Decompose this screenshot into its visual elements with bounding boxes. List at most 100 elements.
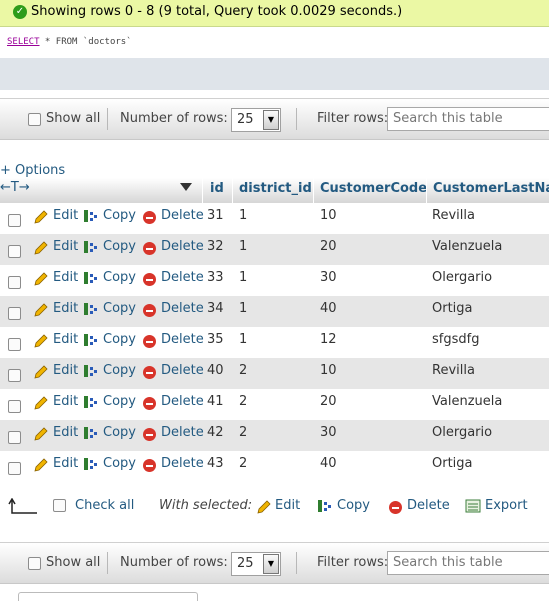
filter-search-placeholder: Search this table	[393, 555, 503, 570]
cell-id: 33	[207, 270, 224, 285]
table-row: Edit Copy Delete 43 2 40 Ortiga	[0, 451, 549, 482]
row-delete-link[interactable]: Delete	[161, 425, 204, 440]
row-delete-link[interactable]: Delete	[161, 456, 204, 471]
table-row: Edit Copy Delete 35 1 12 sfgsdfg	[0, 327, 549, 358]
filter-search-input[interactable]: Search this table	[387, 107, 549, 131]
row-delete-link[interactable]: Delete	[161, 239, 204, 254]
header-separator	[202, 178, 203, 203]
row-delete-link[interactable]: Delete	[161, 332, 204, 347]
cell-id: 41	[207, 394, 224, 409]
cell-customer-last-name: sfgsdfg	[432, 332, 480, 347]
row-edit-link[interactable]: Edit	[53, 301, 78, 316]
cell-district-id: 1	[239, 301, 248, 316]
cell-customer-code: 40	[320, 301, 337, 316]
row-copy-link[interactable]: Copy	[103, 363, 136, 378]
sql-keyword-select[interactable]: SELECT	[7, 37, 40, 47]
cell-district-id: 2	[239, 394, 248, 409]
column-header-id[interactable]: id	[210, 181, 224, 196]
check-all-checkbox[interactable]	[53, 499, 66, 512]
row-copy-link[interactable]: Copy	[103, 332, 136, 347]
cell-id: 40	[207, 363, 224, 378]
column-header-district-id[interactable]: district_id	[239, 181, 312, 196]
row-edit-link[interactable]: Edit	[53, 270, 78, 285]
row-checkbox[interactable]	[8, 431, 21, 444]
pencil-icon	[34, 334, 48, 348]
delete-icon	[143, 459, 156, 472]
delete-icon	[143, 366, 156, 379]
nav-separator	[107, 108, 108, 130]
navigation-bar-top: Show all Number of rows: 25 ▼ Filter row…	[0, 98, 549, 140]
row-checkbox[interactable]	[8, 369, 21, 382]
row-delete-link[interactable]: Delete	[161, 270, 204, 285]
table-row: Edit Copy Delete 31 1 10 Revilla	[0, 203, 549, 234]
header-separator	[232, 178, 233, 203]
row-edit-link[interactable]: Edit	[53, 425, 78, 440]
row-copy-link[interactable]: Copy	[103, 239, 136, 254]
column-header-customer-last-name[interactable]: CustomerLastNam	[433, 181, 549, 196]
sql-query: SELECT * FROM `doctors`	[7, 37, 132, 47]
row-copy-link[interactable]: Copy	[103, 456, 136, 471]
sql-query-rest: * FROM `doctors`	[39, 37, 132, 47]
with-selected-label: With selected:	[159, 498, 253, 513]
copy-icon	[84, 458, 97, 470]
table-row: Edit Copy Delete 32 1 20 Valenzuela	[0, 234, 549, 265]
table-row: Edit Copy Delete 41 2 20 Valenzuela	[0, 389, 549, 420]
delete-icon	[389, 501, 402, 514]
sort-dropdown-icon[interactable]	[180, 183, 192, 191]
cell-customer-code: 30	[320, 270, 337, 285]
bulk-export-button[interactable]: Export	[485, 498, 528, 513]
bulk-delete-button[interactable]: Delete	[407, 498, 450, 513]
table-row: Edit Copy Delete 42 2 30 Olergario	[0, 420, 549, 451]
options-link[interactable]: + Options	[0, 163, 65, 178]
bulk-copy-button[interactable]: Copy	[337, 498, 370, 513]
cell-customer-code: 40	[320, 456, 337, 471]
row-checkbox[interactable]	[8, 245, 21, 258]
row-checkbox[interactable]	[8, 276, 21, 289]
row-delete-link[interactable]: Delete	[161, 301, 204, 316]
number-of-rows-label: Number of rows:	[120, 111, 228, 126]
row-checkbox[interactable]	[8, 338, 21, 351]
check-all-label[interactable]: Check all	[75, 498, 134, 513]
copy-icon	[84, 334, 97, 346]
row-edit-link[interactable]: Edit	[53, 208, 78, 223]
cell-district-id: 1	[239, 208, 248, 223]
cell-customer-code: 10	[320, 363, 337, 378]
row-delete-link[interactable]: Delete	[161, 363, 204, 378]
column-header-customer-code[interactable]: CustomerCode	[320, 181, 427, 196]
show-all-checkbox-bottom[interactable]	[28, 557, 41, 570]
nav-separator	[296, 108, 297, 130]
table-row: Edit Copy Delete 40 2 10 Revilla	[0, 358, 549, 389]
row-checkbox[interactable]	[8, 462, 21, 475]
header-separator	[313, 178, 314, 203]
row-edit-link[interactable]: Edit	[53, 363, 78, 378]
copy-icon	[84, 427, 97, 439]
rows-select-value: 25	[237, 112, 254, 127]
show-all-label: Show all	[46, 111, 101, 126]
row-copy-link[interactable]: Copy	[103, 208, 136, 223]
row-edit-link[interactable]: Edit	[53, 332, 78, 347]
rows-select[interactable]: 25 ▼	[231, 108, 281, 132]
row-copy-link[interactable]: Copy	[103, 270, 136, 285]
rows-select-bottom[interactable]: 25 ▼	[231, 552, 281, 576]
row-edit-link[interactable]: Edit	[53, 456, 78, 471]
row-delete-link[interactable]: Delete	[161, 208, 204, 223]
cell-customer-last-name: Revilla	[432, 363, 475, 378]
row-checkbox[interactable]	[8, 400, 21, 413]
column-resize-arrows-icon[interactable]: ←T→	[0, 180, 30, 195]
filter-rows-label: Filter rows:	[317, 111, 389, 126]
row-copy-link[interactable]: Copy	[103, 301, 136, 316]
row-edit-link[interactable]: Edit	[53, 394, 78, 409]
bulk-edit-button[interactable]: Edit	[275, 498, 300, 513]
show-all-checkbox[interactable]	[28, 113, 41, 126]
row-delete-link[interactable]: Delete	[161, 394, 204, 409]
row-checkbox[interactable]	[8, 307, 21, 320]
pencil-icon	[257, 500, 271, 514]
row-checkbox[interactable]	[8, 214, 21, 227]
chevron-down-icon: ▼	[263, 110, 279, 130]
filter-search-input-bottom[interactable]: Search this table	[387, 551, 549, 575]
copy-icon	[84, 272, 97, 284]
row-copy-link[interactable]: Copy	[103, 425, 136, 440]
pencil-icon	[34, 427, 48, 441]
row-copy-link[interactable]: Copy	[103, 394, 136, 409]
row-edit-link[interactable]: Edit	[53, 239, 78, 254]
